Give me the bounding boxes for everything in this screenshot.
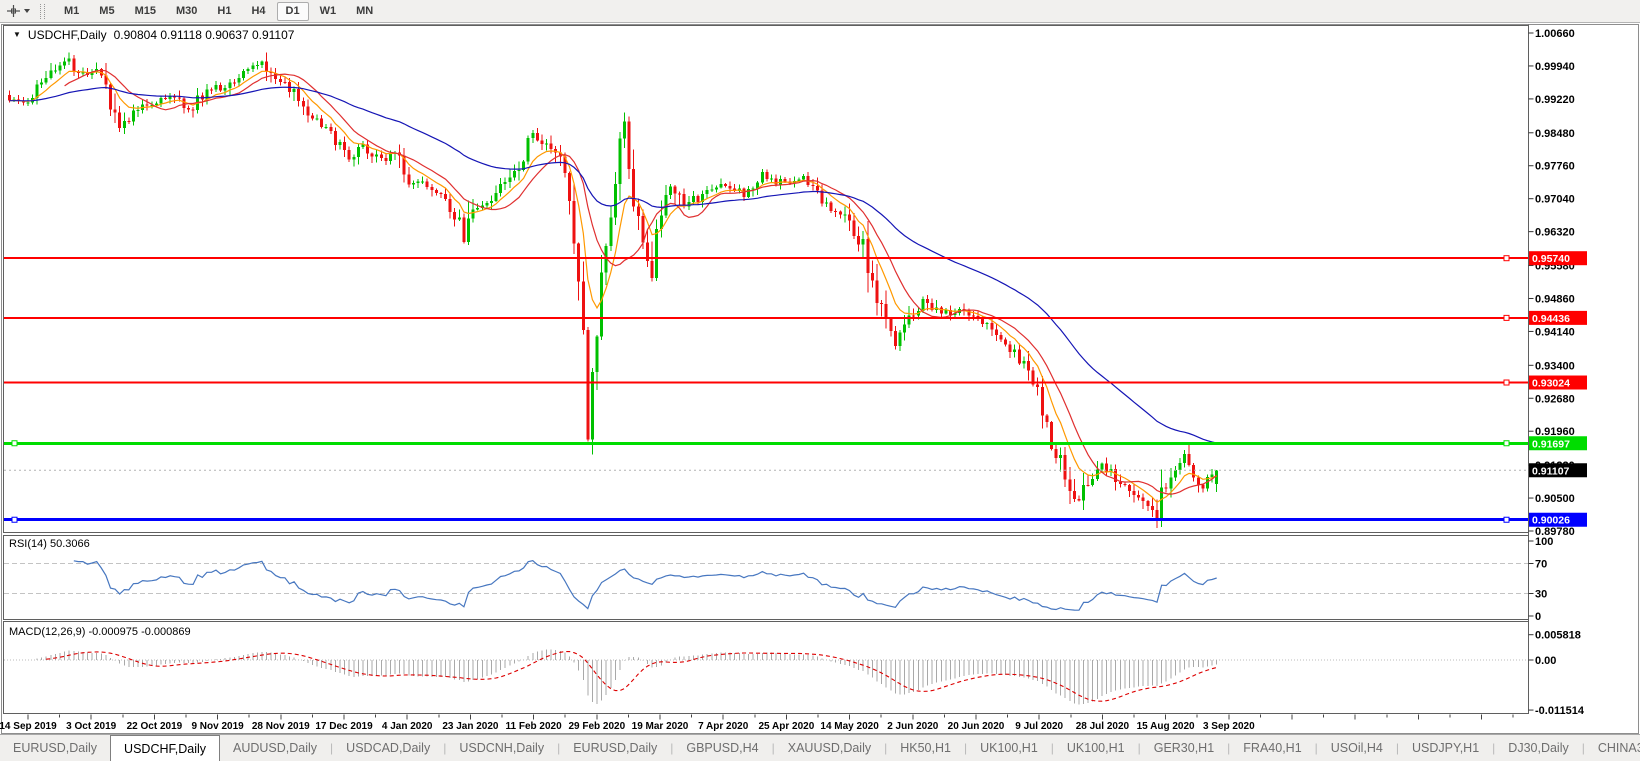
date-tick-label: 14 Sep 2019 bbox=[0, 721, 57, 732]
collapse-arrow-icon[interactable]: ▼ bbox=[13, 31, 21, 39]
chart-symbol-label: USDCHF,Daily bbox=[28, 28, 107, 42]
macd-tick-label: -0.011514 bbox=[1535, 705, 1585, 717]
crosshair-icon bbox=[6, 4, 21, 18]
chart-tab-usdjpy-h1[interactable]: USDJPY,H1 bbox=[1399, 735, 1492, 761]
timeframe-button-h1[interactable]: H1 bbox=[208, 2, 240, 21]
date-tick-label: 4 Jan 2020 bbox=[382, 721, 433, 732]
timeframe-button-w1[interactable]: W1 bbox=[311, 2, 346, 21]
rsi-panel[interactable] bbox=[4, 536, 1529, 620]
date-tick-label: 9 Jul 2020 bbox=[1015, 721, 1063, 732]
chart-tab-hk50-h1[interactable]: HK50,H1 bbox=[887, 735, 964, 761]
chart-tab-usoil-h4[interactable]: USOil,H4 bbox=[1318, 735, 1396, 761]
price-tick-label: 0.99940 bbox=[1535, 61, 1575, 73]
chart-canvas[interactable]: 1.00660 0.99940 0.99220 0.98480 0.97760 0.970… bbox=[0, 24, 1640, 734]
macd-tick-label: 0.005818 bbox=[1535, 630, 1581, 642]
chart-tab-usdcnh-daily[interactable]: USDCNH,Daily bbox=[446, 735, 557, 761]
timeframe-button-m30[interactable]: M30 bbox=[167, 2, 206, 21]
date-tick-label: 3 Oct 2019 bbox=[66, 721, 116, 732]
macd-indicator-label: MACD(12,26,9) -0.000975 -0.000869 bbox=[9, 626, 191, 638]
price-tick-label: 1.00660 bbox=[1535, 28, 1575, 40]
rsi-tick-label: 70 bbox=[1535, 559, 1547, 571]
chart-tab-china300-h1[interactable]: CHINA300,H1 bbox=[1585, 735, 1640, 761]
macd-panel[interactable] bbox=[4, 622, 1529, 714]
chart-tab-uk100-h1[interactable]: UK100,H1 bbox=[1054, 735, 1138, 761]
macd-tick-label: 0.00 bbox=[1535, 655, 1556, 667]
rsi-indicator-label: RSI(14) 50.3066 bbox=[9, 538, 90, 550]
date-axis: 14 Sep 2019 3 Oct 2019 22 Oct 2019 9 Nov 20… bbox=[0, 715, 1513, 733]
price-tick-label: 0.99220 bbox=[1535, 94, 1575, 106]
timeframe-button-h4[interactable]: H4 bbox=[242, 2, 274, 21]
chart-tab-usdchf-daily[interactable]: USDCHF,Daily bbox=[110, 735, 220, 761]
current-price-badge-label: 0.91107 bbox=[1532, 465, 1570, 477]
chart-title: ▼ USDCHF,Daily 0.90804 0.91118 0.90637 0… bbox=[13, 28, 294, 42]
price-tick-label: 0.97760 bbox=[1535, 161, 1575, 173]
line-handle-icon[interactable] bbox=[1504, 380, 1509, 385]
date-tick-label: 29 Feb 2020 bbox=[568, 721, 625, 732]
timeframe-button-group: M1M5M15M30H1H4D1W1MN bbox=[54, 0, 383, 22]
line-price-badge-label: 0.90026 bbox=[1532, 515, 1570, 527]
rsi-tick-label: 30 bbox=[1535, 589, 1547, 601]
chart-ohlc-values: 0.90804 0.91118 0.90637 0.91107 bbox=[114, 28, 295, 42]
line-handle-icon[interactable] bbox=[1504, 256, 1509, 261]
line-price-badge-label: 0.93024 bbox=[1532, 378, 1570, 390]
date-tick-label: 17 Dec 2019 bbox=[315, 721, 373, 732]
line-handle-icon[interactable] bbox=[1504, 441, 1509, 446]
line-price-badge-label: 0.94436 bbox=[1532, 313, 1570, 325]
date-tick-label: 28 Jul 2020 bbox=[1076, 721, 1130, 732]
chevron-down-icon[interactable] bbox=[24, 9, 30, 13]
date-tick-label: 20 Jun 2020 bbox=[948, 721, 1005, 732]
date-tick-label: 28 Nov 2019 bbox=[252, 721, 310, 732]
chart-tab-gbpusd-h4[interactable]: GBPUSD,H4 bbox=[673, 735, 771, 761]
line-handle-icon[interactable] bbox=[12, 441, 17, 446]
chart-tab-usdcad-daily[interactable]: USDCAD,Daily bbox=[333, 735, 443, 761]
price-tick-label: 0.98480 bbox=[1535, 128, 1575, 140]
date-tick-label: 14 May 2020 bbox=[820, 721, 879, 732]
date-tick-label: 2 Jun 2020 bbox=[887, 721, 939, 732]
date-tick-label: 22 Oct 2019 bbox=[127, 721, 183, 732]
toolbar-grip[interactable] bbox=[40, 4, 45, 19]
chart-tab-eurusd-daily[interactable]: EURUSD,Daily bbox=[0, 735, 110, 761]
date-tick-label: 9 Nov 2019 bbox=[191, 721, 244, 732]
price-tick-label: 0.93400 bbox=[1535, 360, 1575, 372]
chart-tab-audusd-daily[interactable]: AUDUSD,Daily bbox=[220, 735, 330, 761]
chart-tabs-bar: EURUSD,DailyUSDCHF,DailyAUDUSD,Daily|USD… bbox=[0, 734, 1640, 761]
price-tick-label: 0.94140 bbox=[1535, 326, 1575, 338]
date-tick-label: 15 Aug 2020 bbox=[1137, 721, 1195, 732]
price-tick-label: 0.97040 bbox=[1535, 194, 1575, 206]
timeframe-button-m5[interactable]: M5 bbox=[90, 2, 123, 21]
timeframe-button-d1[interactable]: D1 bbox=[277, 2, 309, 21]
rsi-tick-label: 100 bbox=[1535, 536, 1553, 548]
line-price-badge-label: 0.95740 bbox=[1532, 253, 1570, 265]
line-handle-icon[interactable] bbox=[1504, 517, 1509, 522]
date-tick-label: 19 Mar 2020 bbox=[632, 721, 689, 732]
price-tick-label: 0.92680 bbox=[1535, 393, 1575, 405]
rsi-tick-label: 0 bbox=[1535, 611, 1541, 623]
price-tick-label: 0.90500 bbox=[1535, 493, 1575, 505]
chart-tab-fra40-h1[interactable]: FRA40,H1 bbox=[1230, 735, 1314, 761]
timeframe-button-m15[interactable]: M15 bbox=[126, 2, 165, 21]
chart-tab-ger30-h1[interactable]: GER30,H1 bbox=[1141, 735, 1227, 761]
date-tick-label: 25 Apr 2020 bbox=[759, 721, 815, 732]
timeframe-button-m1[interactable]: M1 bbox=[55, 2, 88, 21]
date-tick-label: 3 Sep 2020 bbox=[1203, 721, 1255, 732]
price-tick-label: 0.96320 bbox=[1535, 227, 1575, 239]
date-tick-label: 7 Apr 2020 bbox=[698, 721, 749, 732]
top-toolbar: M1M5M15M30H1H4D1W1MN bbox=[0, 0, 1640, 23]
date-tick-label: 23 Jan 2020 bbox=[442, 721, 499, 732]
chart-tab-uk100-h1[interactable]: UK100,H1 bbox=[967, 735, 1051, 761]
timeframe-button-mn[interactable]: MN bbox=[347, 2, 382, 21]
chart-tab-dj30-daily[interactable]: DJ30,Daily bbox=[1495, 735, 1581, 761]
chart-tab-xauusd-daily[interactable]: XAUUSD,Daily bbox=[775, 735, 884, 761]
crosshair-tool-button[interactable] bbox=[0, 4, 34, 18]
chart-tab-eurusd-daily[interactable]: EURUSD,Daily bbox=[560, 735, 670, 761]
line-handle-icon[interactable] bbox=[1504, 315, 1509, 320]
line-price-badge-label: 0.91697 bbox=[1532, 438, 1570, 450]
main-price-panel[interactable] bbox=[4, 26, 1529, 533]
date-tick-label: 11 Feb 2020 bbox=[506, 721, 563, 732]
price-tick-label: 0.94860 bbox=[1535, 293, 1575, 305]
line-handle-icon[interactable] bbox=[12, 517, 17, 522]
